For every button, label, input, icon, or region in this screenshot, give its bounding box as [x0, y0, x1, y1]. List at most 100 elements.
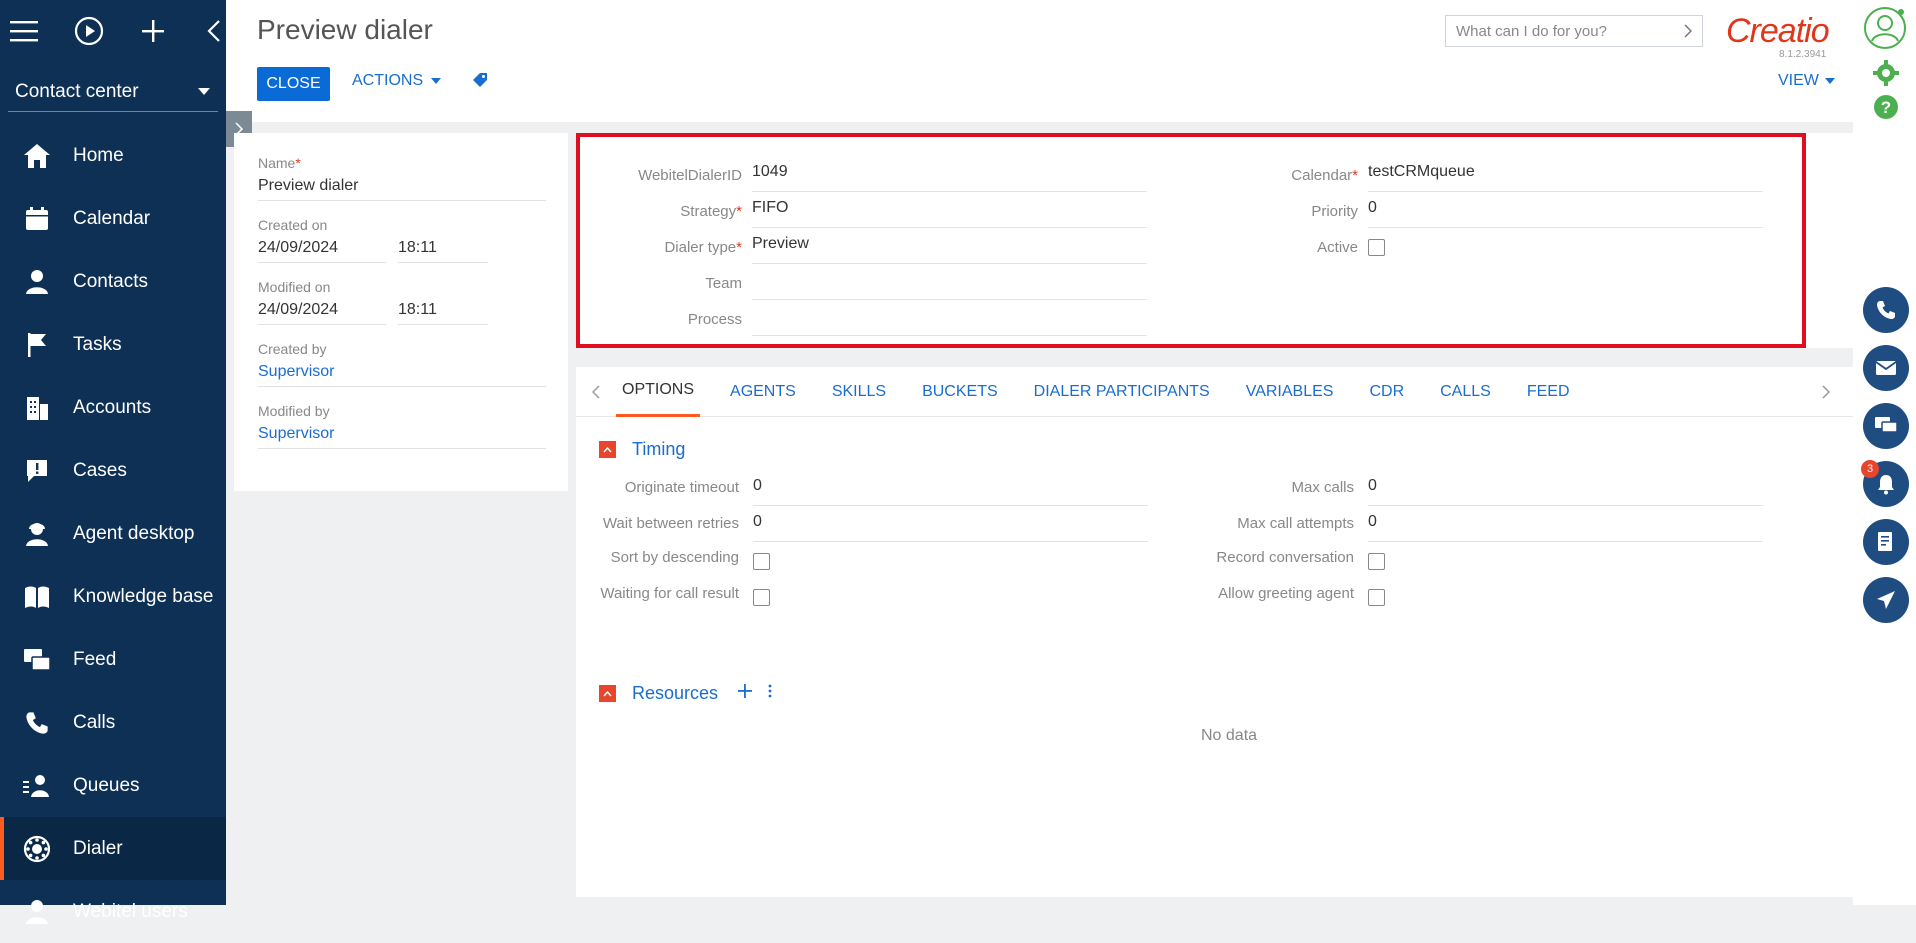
play-process-icon[interactable]: [74, 15, 104, 47]
max-attempts-input[interactable]: 0: [1368, 509, 1763, 542]
record-checkbox[interactable]: [1368, 553, 1385, 570]
tab-dialer-participants[interactable]: DIALER PARTICIPANTS: [1016, 367, 1228, 417]
command-search-input[interactable]: What can I do for you?: [1445, 15, 1703, 47]
name-field[interactable]: Preview dialer: [258, 171, 546, 201]
sidebar-item-knowledge-base[interactable]: Knowledge base: [0, 565, 226, 628]
waiting-result-checkbox[interactable]: [753, 589, 770, 606]
name-field-label: Name*: [258, 155, 301, 171]
chevron-right-icon: [1684, 24, 1692, 38]
sidebar-item-tasks[interactable]: Tasks: [0, 313, 226, 376]
highlight-frame: [576, 133, 1806, 348]
created-on-time: 18:11: [398, 233, 488, 263]
sidebar-item-calendar[interactable]: Calendar: [0, 187, 226, 250]
collapse-icon[interactable]: [599, 685, 616, 702]
add-resource-icon[interactable]: [738, 684, 753, 703]
search-placeholder: What can I do for you?: [1456, 22, 1607, 40]
sidebar-item-label: Home: [73, 144, 124, 166]
email-panel-icon[interactable]: [1863, 345, 1909, 391]
collapse-icon[interactable]: [599, 441, 616, 458]
chat-panel-icon[interactable]: [1863, 403, 1909, 449]
help-icon[interactable]: ?: [1873, 94, 1899, 125]
sidebar-item-label: Feed: [73, 648, 117, 670]
tab-options[interactable]: OPTIONS: [616, 367, 701, 417]
tab-buckets[interactable]: BUCKETS: [904, 367, 1016, 417]
phone-panel-icon[interactable]: [1863, 287, 1909, 333]
svg-text:?: ?: [1881, 98, 1891, 117]
send-panel-icon[interactable]: [1863, 577, 1909, 623]
tabs-panel: OPTIONS AGENTS SKILLS BUCKETS DIALER PARTICI…: [576, 367, 1853, 897]
sidebar-item-feed[interactable]: Feed: [0, 628, 226, 691]
sidebar-item-agent-desktop[interactable]: Agent desktop: [0, 502, 226, 565]
resources-group-header[interactable]: Resources: [599, 683, 772, 704]
waiting-result-label: Waiting for call result: [600, 585, 739, 602]
sidebar-item-home[interactable]: Home: [0, 124, 226, 187]
actions-button[interactable]: ACTIONS: [352, 72, 442, 90]
more-options-icon[interactable]: [768, 684, 772, 703]
greeting-field: Allow greeting agent: [1191, 579, 1385, 606]
record-field: Record conversation: [1191, 543, 1385, 570]
wait-retries-input[interactable]: 0: [753, 509, 1148, 542]
waiting-result-field: Waiting for call result: [576, 579, 770, 606]
tab-variables[interactable]: VARIABLES: [1228, 367, 1352, 417]
sidebar-item-label: Cases: [73, 459, 127, 481]
modified-by-label: Modified by: [258, 403, 330, 419]
flag-icon: [20, 328, 54, 362]
max-calls-field: Max calls 0: [1191, 473, 1763, 506]
chevron-down-icon: [198, 88, 210, 95]
tab-list: OPTIONS AGENTS SKILLS BUCKETS DIALER PARTICI…: [616, 367, 1588, 417]
sidebar-item-queues[interactable]: Queues: [0, 754, 226, 817]
close-button[interactable]: CLOSE: [257, 67, 330, 101]
feed-icon: [20, 643, 54, 677]
view-button[interactable]: VIEW: [1778, 72, 1835, 90]
sidebar-item-calls[interactable]: Calls: [0, 691, 226, 754]
created-on-date: 24/09/2024: [258, 233, 386, 263]
user-avatar-icon[interactable]: [1863, 6, 1907, 55]
record-summary-card: Name* Preview dialer Created on 24/09/20…: [234, 133, 568, 491]
modified-on-time: 18:11: [398, 295, 488, 325]
settings-gear-icon[interactable]: [1873, 60, 1899, 91]
sidebar-item-contacts[interactable]: Contacts: [0, 250, 226, 313]
collapse-left-icon[interactable]: [201, 15, 226, 47]
tab-agents[interactable]: AGENTS: [712, 367, 814, 417]
tab-calls[interactable]: CALLS: [1422, 367, 1509, 417]
sidebar-item-webitel-users[interactable]: Webitel users: [0, 880, 226, 943]
sidebar-item-cases[interactable]: Cases: [0, 439, 226, 502]
tab-feed[interactable]: FEED: [1509, 367, 1588, 417]
nav-items: Home Calendar Contacts Tasks Accounts Cases Ag…: [0, 124, 226, 943]
communication-panel: ? 3: [1853, 0, 1916, 905]
wait-retries-label: Wait between retries: [602, 515, 739, 532]
timing-group-header[interactable]: Timing: [599, 439, 685, 460]
add-icon[interactable]: [140, 15, 165, 47]
sidebar-item-label: Agent desktop: [73, 522, 195, 544]
modified-by-link[interactable]: Supervisor: [258, 419, 546, 449]
created-by-link[interactable]: Supervisor: [258, 357, 546, 387]
sidebar-item-label: Knowledge base: [73, 585, 214, 607]
sidebar-item-label: Accounts: [73, 396, 152, 418]
greeting-checkbox[interactable]: [1368, 589, 1385, 606]
modified-on-date: 24/09/2024: [258, 295, 386, 325]
tab-scroll-left-icon[interactable]: [576, 384, 616, 399]
tab-scroll-right-icon[interactable]: [1805, 384, 1845, 399]
home-icon: [20, 139, 54, 173]
max-calls-input[interactable]: 0: [1368, 473, 1763, 506]
originate-timeout-field: Originate timeout 0: [576, 473, 1148, 506]
notification-count-badge: 3: [1861, 460, 1879, 478]
sort-desc-checkbox[interactable]: [753, 553, 770, 570]
workplace-selector[interactable]: Contact center: [8, 72, 218, 112]
sidebar-item-accounts[interactable]: Accounts: [0, 376, 226, 439]
book-icon: [20, 580, 54, 614]
chevron-down-icon: [1824, 78, 1835, 84]
agent-icon: [20, 517, 54, 551]
tab-cdr[interactable]: CDR: [1351, 367, 1422, 417]
sidebar-item-label: Calendar: [73, 207, 151, 229]
record-label: Record conversation: [1216, 549, 1354, 566]
page-header: Preview dialer CLOSE ACTIONS What can I …: [226, 0, 1853, 122]
hamburger-menu-icon[interactable]: [10, 15, 38, 47]
max-calls-label: Max calls: [1291, 479, 1354, 496]
documents-panel-icon[interactable]: [1863, 519, 1909, 565]
originate-timeout-input[interactable]: 0: [753, 473, 1148, 506]
sidebar-item-dialer[interactable]: Dialer: [0, 817, 226, 880]
tab-skills[interactable]: SKILLS: [814, 367, 904, 417]
sidebar-item-label: Calls: [73, 711, 116, 733]
tag-icon[interactable]: [472, 72, 488, 93]
